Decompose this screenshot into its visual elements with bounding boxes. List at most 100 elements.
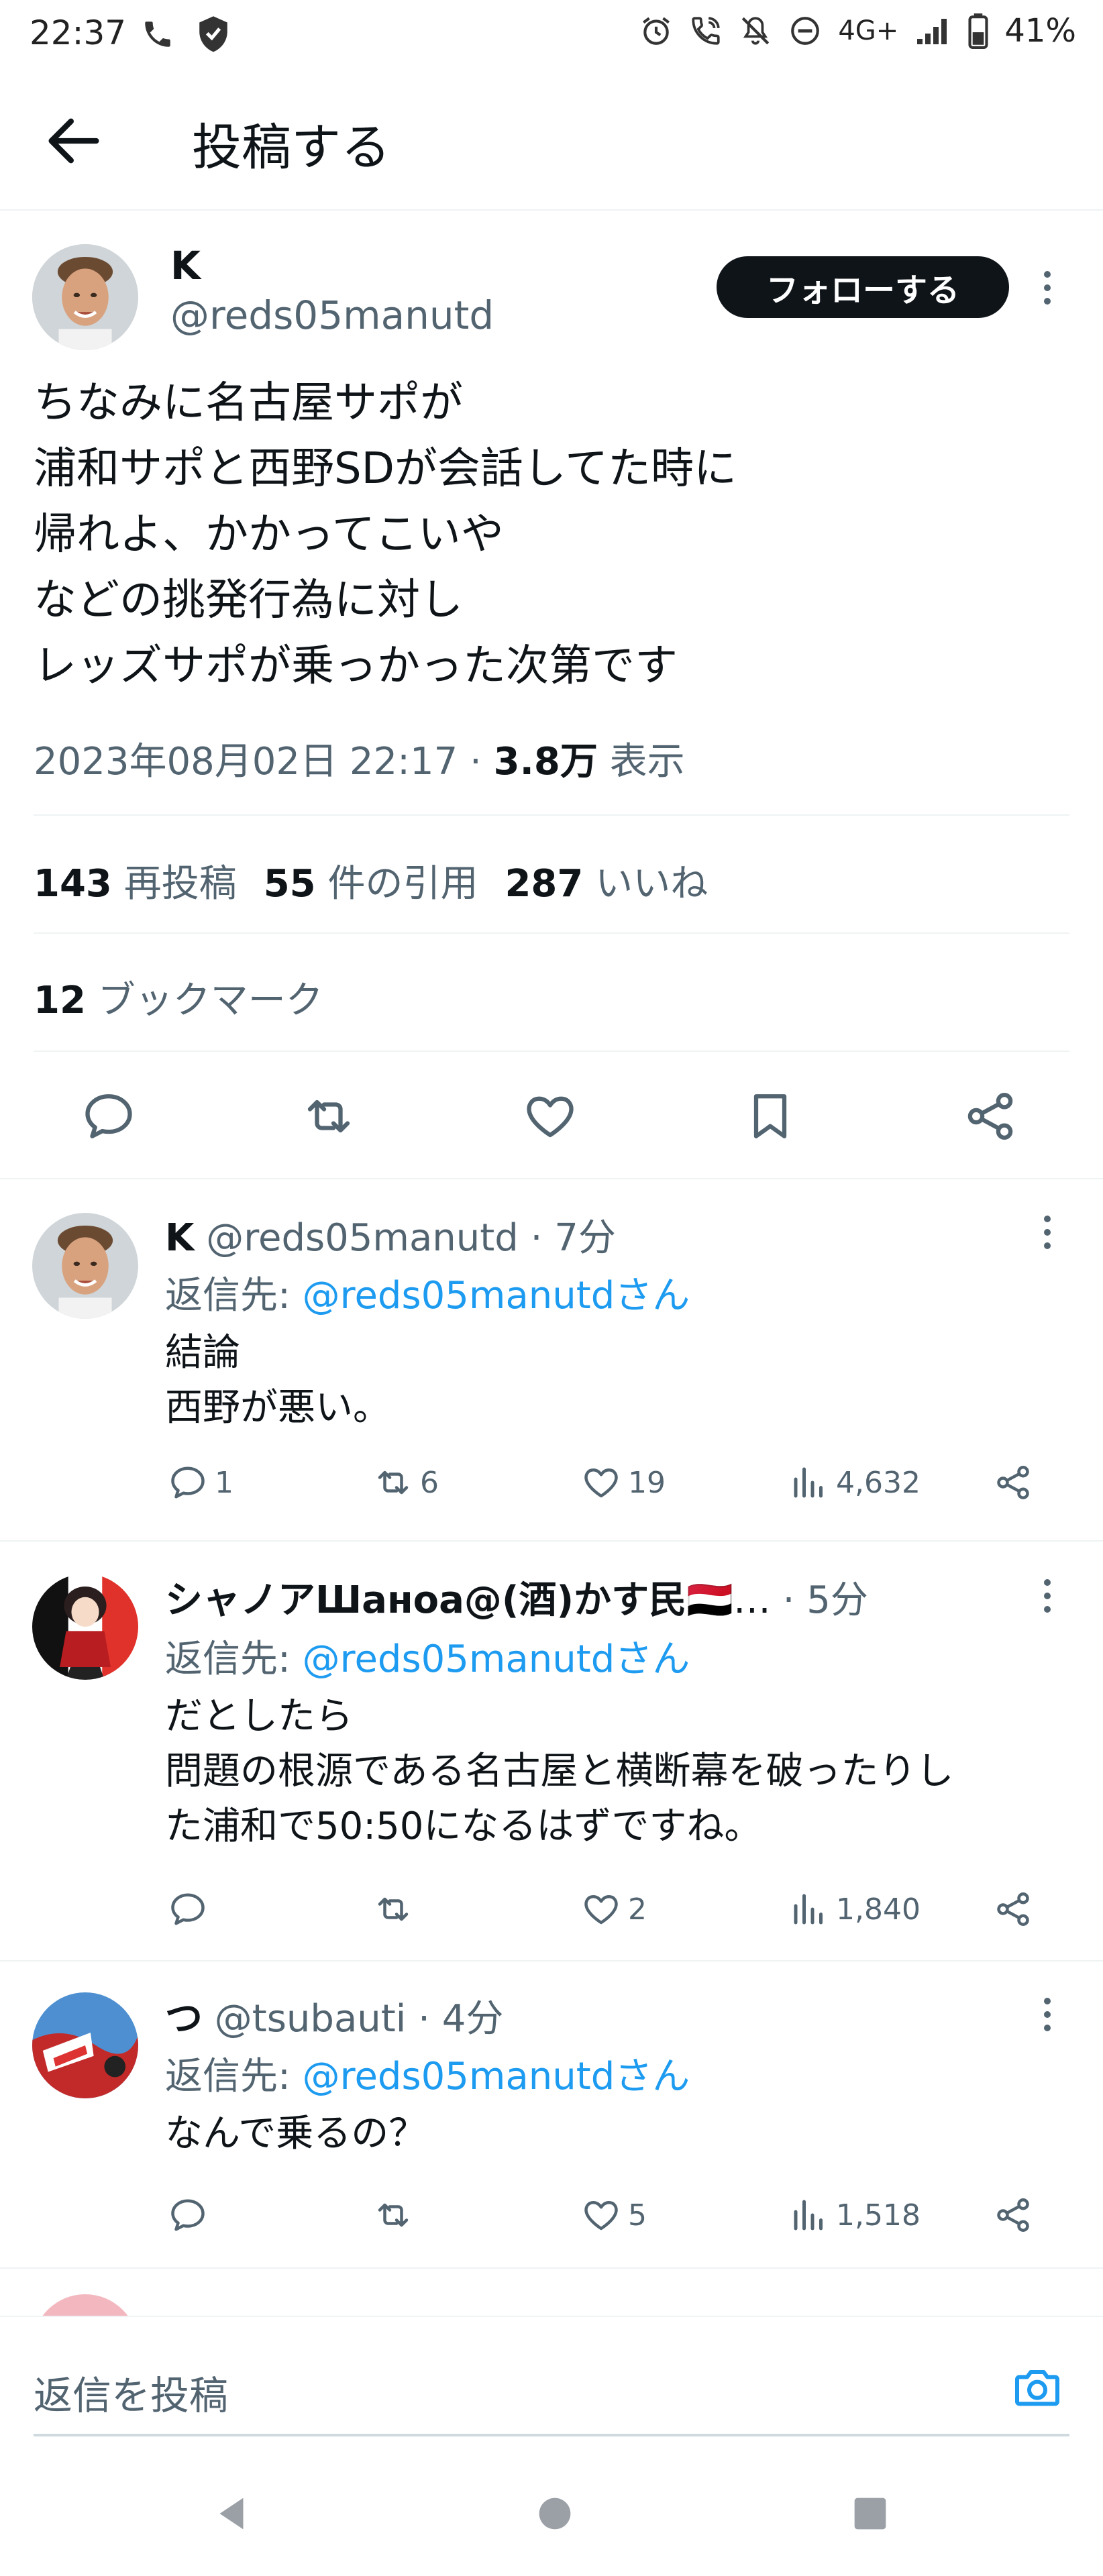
reply-text: なんで乗るの？	[165, 2112, 427, 2155]
author-handle[interactable]: @reds05manutd	[170, 292, 494, 338]
reply-author-name[interactable]: つ	[165, 1997, 203, 2041]
dnd-icon	[791, 17, 820, 45]
reply-header: シャノアШанoa@(酒)かす民🇾🇪… · 5分	[165, 1570, 997, 1624]
follow-button[interactable]: フォローする	[717, 256, 1009, 318]
divider	[0, 2267, 1103, 2269]
nav-home-icon[interactable]	[531, 2490, 578, 2537]
avatar[interactable]	[32, 244, 138, 350]
reply-text: だとしたら 問題の根源である名古屋と横断幕を破ったりし た浦和で50:50になる…	[165, 1695, 954, 1848]
bookmarks-stat[interactable]: 12 ブックマーク	[34, 970, 323, 1024]
views-action[interactable]: 4,632	[789, 1462, 921, 1503]
reply-input[interactable]: 返信を投稿	[34, 2364, 228, 2420]
arrow-left-icon	[48, 118, 99, 164]
avatar-photo	[32, 1992, 138, 2098]
divider	[0, 1540, 1103, 1542]
divider	[34, 932, 1069, 934]
repost-action[interactable]: 6	[373, 1462, 439, 1503]
reply-author-name[interactable]: シャノアШанoa@(酒)かす民	[165, 1578, 686, 1622]
like-action[interactable]: 5	[581, 2195, 647, 2235]
more-options-icon[interactable]	[1044, 1998, 1051, 2031]
tweet-text: ちなみに名古屋サポが 浦和サポと西野SDが会話してた時に 帰れよ、かかってこいや…	[34, 378, 737, 691]
like-count: 5	[628, 2198, 647, 2233]
share-icon[interactable]	[993, 2195, 1033, 2235]
more-options-icon[interactable]	[1044, 1216, 1051, 1249]
reply-to-user-link[interactable]: @reds05manutdさん	[303, 1274, 690, 1318]
reply-icon[interactable]	[81, 1088, 137, 1144]
reply-time: · 5分	[770, 1578, 868, 1622]
alarm-icon	[643, 17, 670, 45]
status-bar: 22:37 4G+ 41%	[0, 0, 1103, 67]
likes-count: 287	[505, 862, 584, 906]
divider	[34, 1051, 1069, 1052]
views-label: 表示	[597, 740, 685, 784]
signal-icon	[917, 19, 947, 44]
like-action[interactable]: 2	[581, 1889, 647, 1929]
reply-to-prefix: 返信先:	[165, 1274, 303, 1318]
author-name[interactable]: K	[170, 243, 201, 288]
reply-to-user-link[interactable]: @reds05manutdさん	[303, 2055, 690, 2098]
reply-header: つ @tsubauti · 4分	[165, 1988, 503, 2043]
quotes-stat[interactable]: 55 件の引用	[264, 862, 478, 906]
share-icon[interactable]	[993, 1462, 1033, 1503]
views-count: 1,840	[836, 1892, 921, 1927]
camera-icon[interactable]	[1010, 2361, 1064, 2415]
share-icon[interactable]	[993, 1889, 1033, 1929]
status-time: 22:37	[30, 13, 127, 52]
composer-divider	[0, 2316, 1103, 2317]
reply-author-name[interactable]: K	[165, 1216, 194, 1260]
reply-handle-time: @tsubauti · 4分	[203, 1997, 504, 2041]
reply-header: K @reds05manutd · 7分	[165, 1208, 616, 1262]
nav-back-icon[interactable]	[208, 2490, 255, 2537]
analytics-icon	[794, 2200, 823, 2231]
battery-icon	[968, 13, 988, 49]
wifi-call-icon	[692, 17, 720, 45]
reposts-stat[interactable]: 143 再投稿	[34, 862, 237, 906]
header-divider	[0, 209, 1103, 211]
views-action[interactable]: 1,518	[789, 2195, 921, 2235]
repost-icon[interactable]	[301, 1088, 357, 1144]
repost-action[interactable]	[373, 2195, 420, 2235]
repost-action[interactable]	[373, 1889, 420, 1929]
analytics-icon	[794, 1894, 823, 1925]
reply-action[interactable]	[168, 2195, 215, 2235]
tweet-meta: 2023年08月02日 22:17 · 3.8万 表示	[34, 731, 685, 786]
share-icon[interactable]	[962, 1088, 1018, 1144]
like-icon	[584, 2201, 618, 2231]
avatar-portrait	[32, 1213, 138, 1319]
reply-action[interactable]: 1	[168, 1462, 233, 1503]
bookmark-icon[interactable]	[742, 1088, 798, 1144]
network-type: 4G+	[838, 15, 899, 46]
like-icon	[584, 1468, 618, 1498]
reply-action[interactable]	[168, 1889, 215, 1929]
back-button[interactable]	[40, 107, 107, 174]
repost-count: 6	[420, 1465, 439, 1500]
battery-level: 41%	[1004, 12, 1076, 50]
views-action[interactable]: 1,840	[789, 1889, 921, 1929]
tweet-datetime[interactable]: 2023年08月02日 22:17 ·	[34, 740, 494, 784]
reposts-label: 再投稿	[123, 862, 237, 906]
likes-stat[interactable]: 287 いいね	[505, 862, 708, 906]
reply-count: 1	[215, 1465, 233, 1500]
like-action[interactable]: 19	[581, 1462, 666, 1503]
like-count: 19	[628, 1465, 666, 1500]
nav-recents-icon[interactable]	[847, 2490, 894, 2537]
avatar-portrait	[32, 244, 138, 350]
views-count: 1,518	[836, 2198, 921, 2233]
reply-to-user-link[interactable]: @reds05manutdさん	[303, 1638, 690, 1681]
reply-handle-time: @reds05manutd · 7分	[194, 1216, 616, 1260]
avatar[interactable]	[32, 1213, 138, 1319]
likes-label: いいね	[595, 862, 708, 906]
reply-composer: 返信を投稿	[0, 2316, 1103, 2450]
more-options-icon[interactable]	[1044, 1579, 1051, 1613]
reply-to-line: 返信先: @reds05manutdさん	[165, 1265, 690, 1320]
system-nav-bar	[0, 2455, 1103, 2576]
flag-emoji: 🇾🇪…	[686, 1578, 771, 1622]
more-options-icon[interactable]	[1044, 271, 1051, 305]
divider	[34, 814, 1069, 816]
repost-icon	[378, 2203, 409, 2227]
avatar[interactable]	[32, 1574, 138, 1680]
like-icon	[584, 1895, 618, 1925]
reposts-count: 143	[34, 862, 112, 906]
like-icon[interactable]	[522, 1088, 578, 1144]
avatar[interactable]	[32, 1992, 138, 2098]
